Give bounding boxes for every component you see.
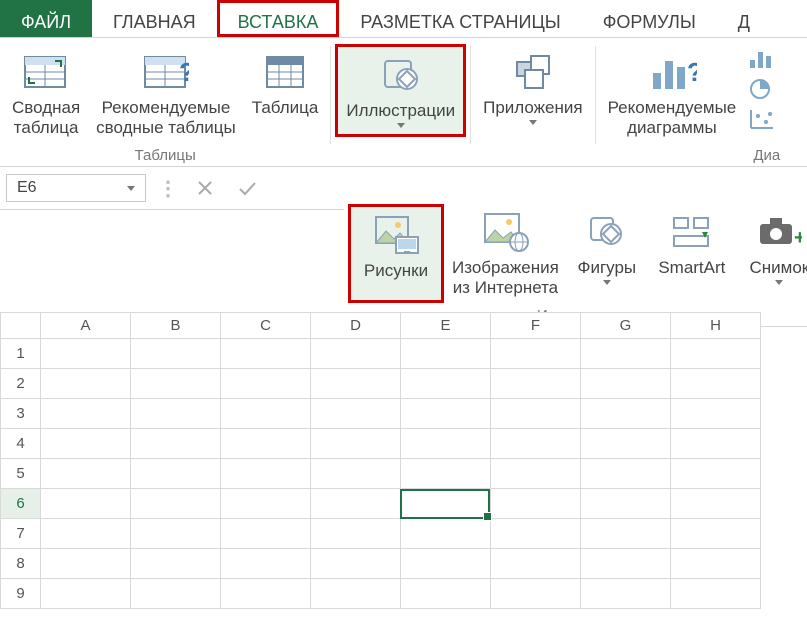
table-label: Таблица xyxy=(252,98,319,118)
screenshot-icon: + xyxy=(756,206,802,258)
pictures-label: Рисунки xyxy=(364,261,428,281)
col-header[interactable]: E xyxy=(401,313,491,339)
group-illustrations: Иллюстрации xyxy=(331,44,470,166)
apps-button[interactable]: Приложения xyxy=(475,44,590,131)
col-header[interactable]: A xyxy=(41,313,131,339)
separator: ⋮ xyxy=(158,176,178,201)
svg-text:+: + xyxy=(794,227,802,249)
svg-text:?: ? xyxy=(179,57,189,87)
group-tables: Сводная таблица ? Рекомендуемые сводные … xyxy=(0,44,330,166)
illustrations-button[interactable]: Иллюстрации xyxy=(335,44,466,137)
pivot-table-icon xyxy=(23,46,69,98)
tab-home[interactable]: ГЛАВНАЯ xyxy=(92,0,217,37)
row-header[interactable]: 5 xyxy=(1,459,41,489)
recommended-pivot-label: Рекомендуемые сводные таблицы xyxy=(96,98,236,137)
chevron-down-icon xyxy=(603,280,611,285)
tab-file[interactable]: ФАЙЛ xyxy=(0,0,92,37)
recommended-pivot-button[interactable]: ? Рекомендуемые сводные таблицы xyxy=(88,44,244,143)
recommended-charts-button[interactable]: ? Рекомендуемые диаграммы xyxy=(600,44,745,143)
group-apps: Приложения xyxy=(471,44,594,166)
row-header[interactable]: 8 xyxy=(1,549,41,579)
smartart-button[interactable]: SmartArt xyxy=(647,204,737,303)
enter-button[interactable] xyxy=(232,173,262,203)
recommended-charts-icon: ? xyxy=(647,46,697,98)
ribbon-tabs: ФАЙЛ ГЛАВНАЯ ВСТАВКА РАЗМЕТКА СТРАНИЦЫ Ф… xyxy=(0,0,807,38)
chevron-down-icon xyxy=(775,280,783,285)
illustrations-icon xyxy=(379,49,423,101)
col-header[interactable]: C xyxy=(221,313,311,339)
row-header[interactable]: 3 xyxy=(1,399,41,429)
bar-chart-icon[interactable] xyxy=(748,48,776,70)
online-pictures-button[interactable]: Изображения из Интернета xyxy=(444,204,567,303)
col-header[interactable]: F xyxy=(491,313,581,339)
row-header[interactable]: 2 xyxy=(1,369,41,399)
col-header[interactable]: H xyxy=(671,313,761,339)
pie-chart-icon[interactable] xyxy=(748,78,776,100)
smartart-label: SmartArt xyxy=(658,258,725,278)
row-header[interactable]: 1 xyxy=(1,339,41,369)
group-tables-label: Таблицы xyxy=(135,143,196,166)
smartart-icon xyxy=(670,206,714,258)
tab-formulas[interactable]: ФОРМУЛЫ xyxy=(582,0,717,37)
grid[interactable]: A B C D E F G H 1 2 3 4 5 6 7 8 9 xyxy=(0,312,761,609)
chevron-down-icon xyxy=(397,123,405,128)
screenshot-label: Снимок xyxy=(749,258,807,278)
col-header[interactable]: B xyxy=(131,313,221,339)
shapes-icon xyxy=(585,206,629,258)
recommended-pivot-icon: ? xyxy=(143,46,189,98)
group-charts: ? Рекомендуемые диаграммы Диа xyxy=(596,44,785,166)
pictures-icon xyxy=(372,209,420,261)
chevron-down-icon xyxy=(127,186,135,191)
tab-page-layout[interactable]: РАЗМЕТКА СТРАНИЦЫ xyxy=(339,0,581,37)
select-all-corner[interactable] xyxy=(1,313,41,339)
online-pictures-icon xyxy=(481,206,529,258)
screenshot-button[interactable]: + Снимок xyxy=(737,204,807,303)
recommended-charts-label: Рекомендуемые диаграммы xyxy=(608,98,737,137)
cancel-button[interactable] xyxy=(190,173,220,203)
online-pictures-label: Изображения из Интернета xyxy=(452,258,559,297)
col-header[interactable]: D xyxy=(311,313,401,339)
tab-insert[interactable]: ВСТАВКА xyxy=(217,0,340,37)
group-charts-label: Диа xyxy=(753,143,780,166)
table-icon xyxy=(263,46,307,98)
scatter-chart-icon[interactable] xyxy=(748,108,776,130)
name-box[interactable]: E6 xyxy=(6,174,146,202)
tab-data-partial[interactable]: Д xyxy=(717,0,771,37)
shapes-label: Фигуры xyxy=(578,258,637,278)
ribbon: Сводная таблица ? Рекомендуемые сводные … xyxy=(0,38,807,167)
pictures-button[interactable]: Рисунки xyxy=(348,204,444,303)
pivot-table-button[interactable]: Сводная таблица xyxy=(4,44,88,143)
illustrations-gallery: Рисунки Изображения из Интернета Фигуры xyxy=(344,198,807,327)
apps-icon xyxy=(511,46,555,98)
shapes-button[interactable]: Фигуры xyxy=(567,204,647,303)
col-header[interactable]: G xyxy=(581,313,671,339)
row-header[interactable]: 7 xyxy=(1,519,41,549)
row-header[interactable]: 4 xyxy=(1,429,41,459)
svg-text:?: ? xyxy=(687,57,697,87)
pivot-table-label: Сводная таблица xyxy=(12,98,80,137)
chevron-down-icon xyxy=(529,120,537,125)
table-button[interactable]: Таблица xyxy=(244,44,327,143)
spreadsheet: A B C D E F G H 1 2 3 4 5 6 7 8 9 xyxy=(0,312,807,625)
row-header[interactable]: 9 xyxy=(1,579,41,609)
illustrations-label: Иллюстрации xyxy=(346,101,455,121)
apps-label: Приложения xyxy=(483,98,582,118)
row-header[interactable]: 6 xyxy=(1,489,41,519)
name-box-value: E6 xyxy=(17,179,37,197)
